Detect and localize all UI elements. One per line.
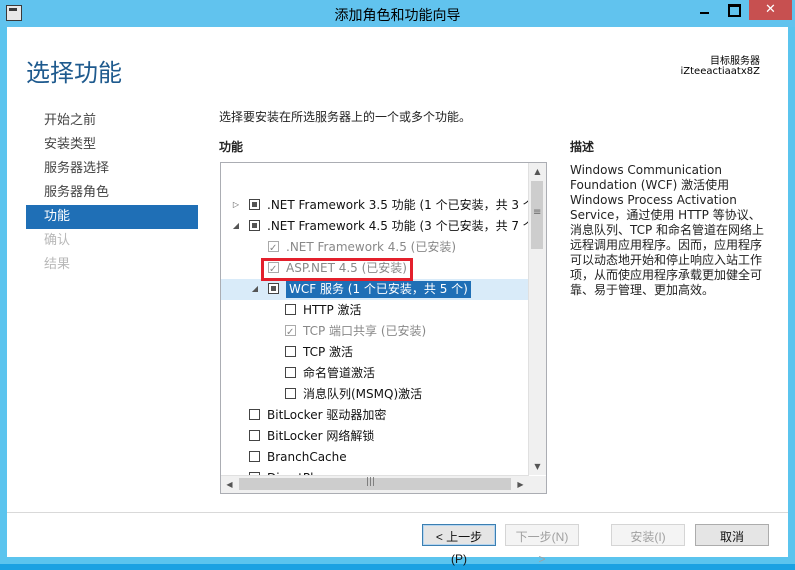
feature-tree-item[interactable]: ◢ WCF 服务 (1 个已安装，共 5 个) [221,279,528,300]
maximize-icon [728,4,741,17]
vertical-scrollbar[interactable]: ▲ ▼ [528,163,546,475]
scrollbar-corner [529,476,546,493]
feature-checkbox[interactable] [249,220,260,231]
horizontal-scroll-thumb[interactable] [239,477,511,490]
feature-checkbox[interactable] [249,409,260,420]
nav-item[interactable]: 开始之前 [26,109,198,133]
title-bar[interactable]: 添加角色和功能向导 ✕ [0,0,795,27]
scroll-down-icon[interactable]: ▼ [529,458,546,475]
feature-checkbox[interactable] [268,283,279,294]
feature-tree-item[interactable]: TCP 激活 [221,342,528,363]
features-tree[interactable]: HTTP 代理上的 RPCDirectPlayBranchCacheBitLoc… [220,162,547,494]
feature-tree-item[interactable]: BitLocker 驱动器加密 [221,405,528,426]
feature-checkbox[interactable] [285,367,296,378]
target-server-name: iZteeactiaatx8Z [680,66,761,77]
scroll-up-icon[interactable]: ▲ [529,163,546,180]
next-button[interactable]: 下一步(N) > [505,524,579,566]
page-title: 选择功能 [26,59,122,87]
feature-label: TCP 端口共享 (已安装) [303,324,427,338]
install-button[interactable]: 安装(I) [611,524,685,546]
feature-tree-item[interactable]: HTTP 激活 [221,300,528,321]
expand-icon[interactable]: ▷ [231,200,241,210]
feature-label: 消息队列(MSMQ)激活 [303,387,423,401]
nav-item[interactable]: 服务器选择 [26,157,198,181]
nav-item: 结果 [44,257,71,272]
feature-tree-item[interactable]: 消息队列(MSMQ)激活 [221,384,528,405]
feature-label: 命名管道激活 [303,366,376,380]
nav-item[interactable]: 安装类型 [26,133,198,157]
feature-tree-item[interactable]: BranchCache [221,447,528,468]
scroll-left-icon[interactable]: ◀ [221,476,238,493]
feature-label: .NET Framework 4.5 功能 (3 个已安装，共 7 个) [267,219,540,233]
wizard-nav: 开始之前 安装类型 服务器选择 服务器角色 功能确认结果 [26,109,198,277]
expand-collapse-icon[interactable]: ◢ [231,221,241,231]
vertical-scroll-thumb[interactable] [531,181,543,249]
description-label: 描述 [570,140,595,154]
nav-item[interactable]: 服务器角色 [26,181,198,205]
maximize-button[interactable] [720,0,747,20]
previous-button[interactable]: < 上一步(P) [422,524,496,566]
description-text: Windows Communication Foundation (WCF) 激… [570,163,765,297]
feature-label: .NET Framework 3.5 功能 (1 个已安装，共 3 个) [267,198,540,212]
feature-tree-item[interactable]: .NET Framework 4.5 (已安装) [221,237,528,259]
close-icon: ✕ [765,2,776,17]
feature-tree-item[interactable]: 命名管道激活 [221,363,528,384]
features-label: 功能 [219,140,244,154]
feature-tree-item[interactable]: TCP 端口共享 (已安装) [221,321,528,343]
wizard-content: 选择功能 目标服务器 iZteeactiaatx8Z 开始之前 安装类型 服务器选择… [7,27,788,566]
feature-tree-item[interactable]: BitLocker 网络解锁 [221,426,528,447]
scroll-right-icon[interactable]: ▶ [512,476,529,493]
minimize-icon [700,12,709,14]
window-title: 添加角色和功能向导 [334,8,461,24]
close-button[interactable]: ✕ [749,0,792,20]
target-server-label: 目标服务器 [710,56,760,67]
feature-checkbox[interactable] [249,199,260,210]
feature-tree-item[interactable]: ◢ .NET Framework 4.5 功能 (3 个已安装，共 7 个) [221,216,540,237]
feature-checkbox[interactable] [285,388,296,399]
cancel-button[interactable]: 取消 [695,524,769,546]
feature-checkbox[interactable] [249,430,260,441]
instruction-text: 选择要安装在所选服务器上的一个或多个功能。 [219,110,472,124]
minimize-button[interactable] [691,0,718,20]
feature-checkbox[interactable] [285,304,296,315]
feature-label: TCP 激活 [303,345,354,359]
feature-checkbox[interactable] [249,493,260,494]
feature-label: BitLocker 网络解锁 [267,429,375,443]
feature-tree-item[interactable]: ▷ .NET Framework 3.5 功能 (1 个已安装，共 3 个) [221,195,540,216]
wizard-window: 添加角色和功能向导 ✕ 选择功能 目标服务器 iZteeactiaatx8Z 开… [0,0,795,566]
feature-checkbox[interactable] [249,451,260,462]
nav-item[interactable]: 功能 [26,205,198,229]
expand-collapse-icon[interactable]: ◢ [250,284,260,294]
highlight-box [261,258,413,281]
feature-checkbox [285,322,296,343]
feature-label: .NET Framework 4.5 (已安装) [286,240,457,254]
feature-label: BranchCache [267,450,347,464]
horizontal-scrollbar[interactable]: ◀ ▶ [221,475,529,493]
feature-checkbox [268,238,279,259]
feature-label: HTTP 激活 [303,303,362,317]
feature-label: BitLocker 驱动器加密 [267,408,387,422]
nav-item: 确认 [44,233,71,248]
footer-divider [7,512,788,513]
feature-label: WCF 服务 (1 个已安装，共 5 个) [286,281,471,298]
feature-checkbox[interactable] [285,346,296,357]
